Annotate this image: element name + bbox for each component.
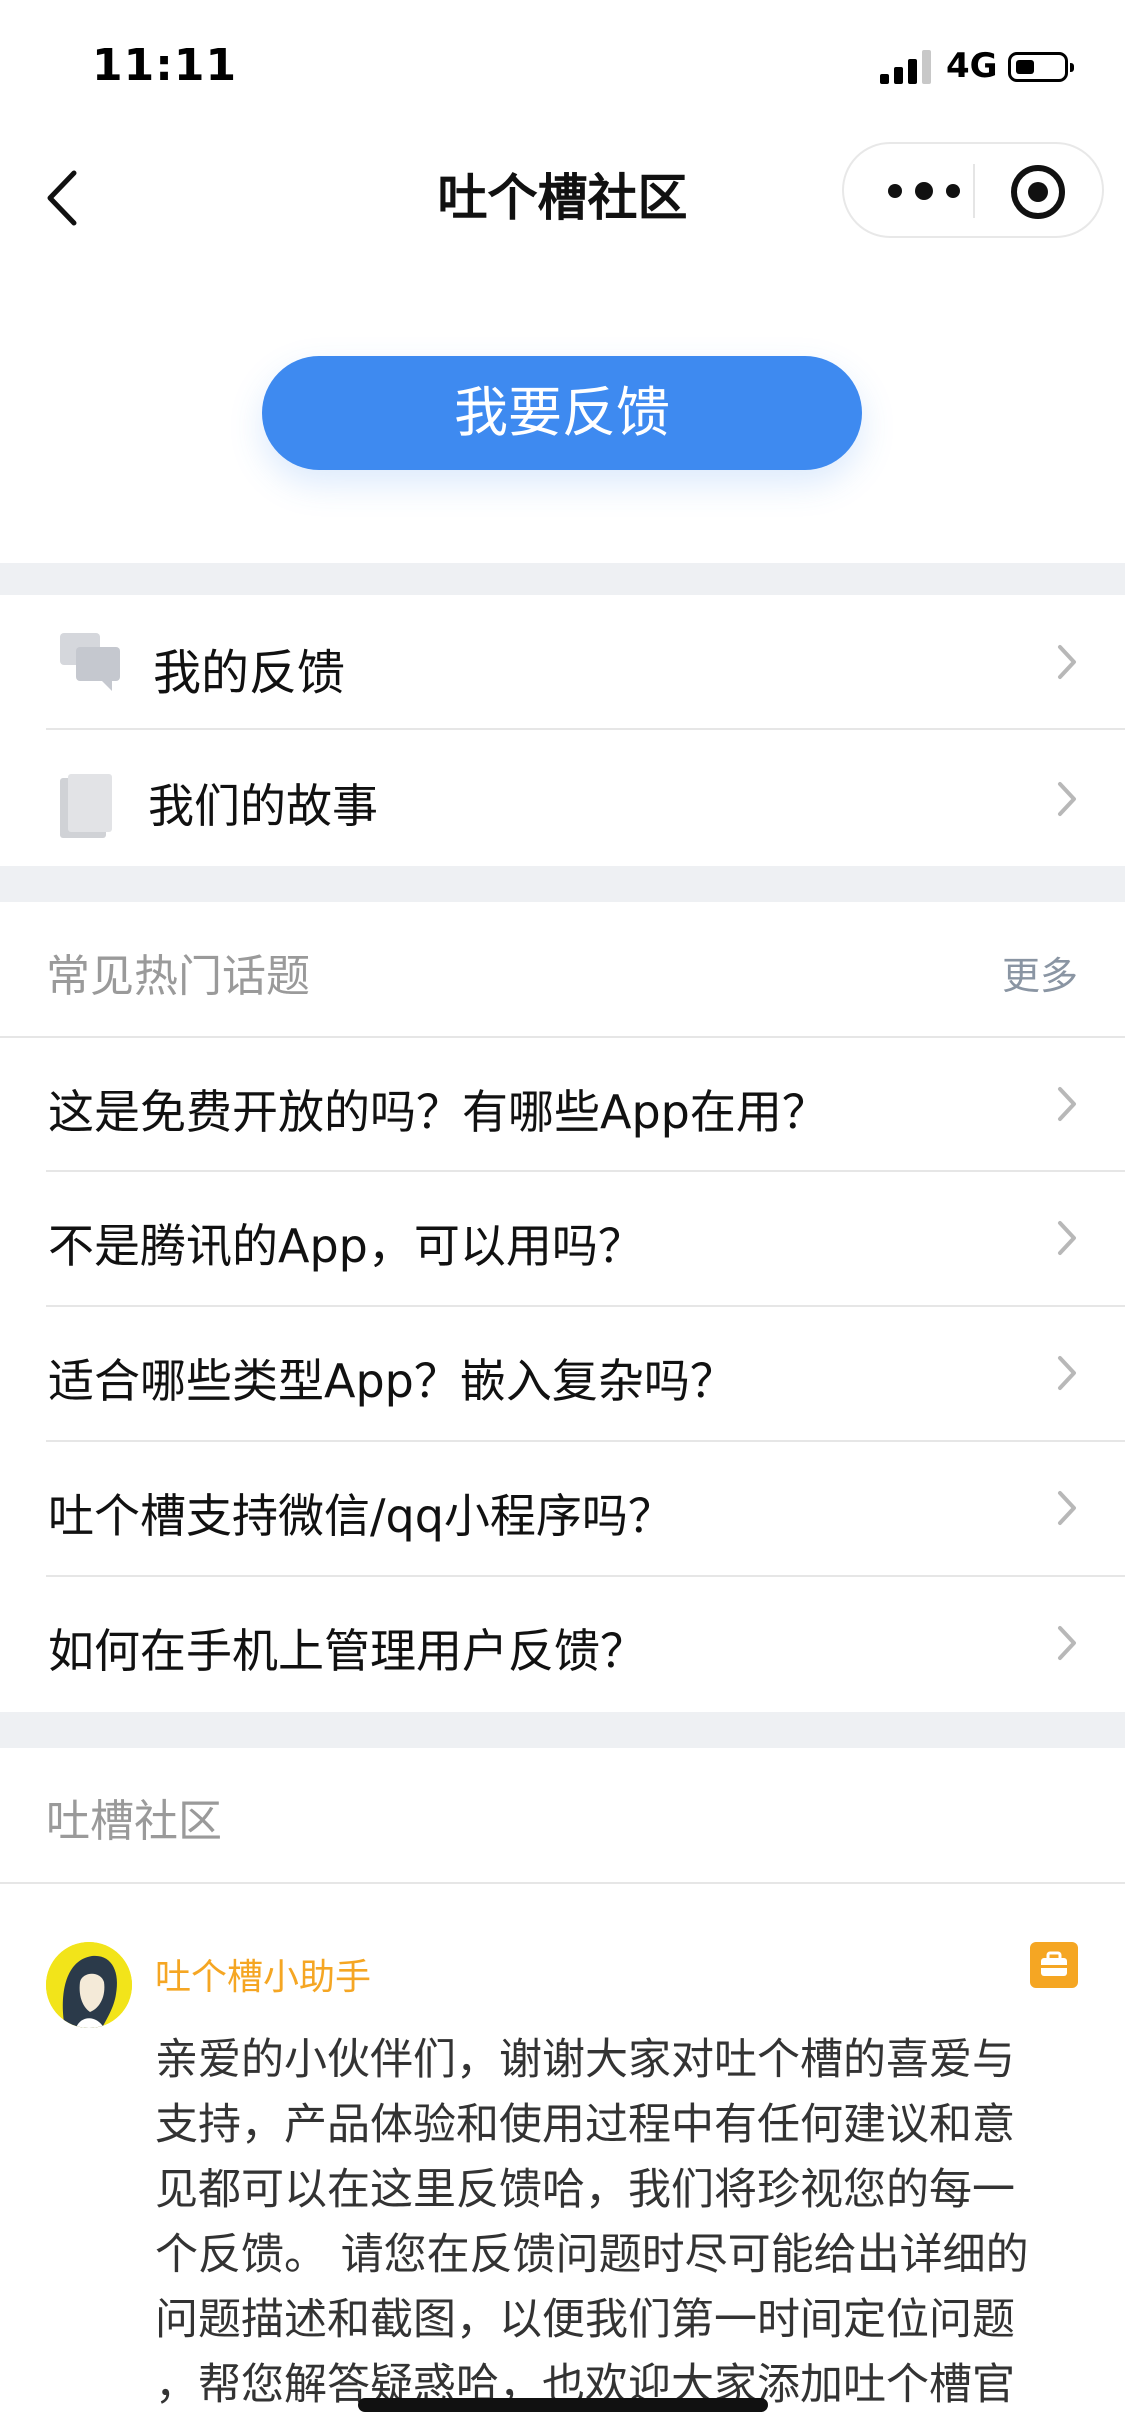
book-icon [60,774,112,838]
chevron-right-icon [1058,1356,1076,1390]
chevron-right-icon [1058,1221,1076,1255]
home-indicator[interactable] [358,2398,768,2412]
post-line: 问题描述和截图，以便我们第一时间定位问题 [155,2295,1015,2345]
mini-program-capsule [842,142,1104,238]
topic-label: 这是免费开放的吗？有哪些App在用？ [48,1085,828,1139]
network-type: 4G [946,46,998,86]
section-gap [0,866,1125,902]
avatar[interactable] [46,1942,132,2028]
topic-row[interactable]: 这是免费开放的吗？有哪些App在用？ [0,1038,1125,1170]
chevron-right-icon [1058,1626,1076,1660]
chevron-right-icon [1058,1491,1076,1525]
topic-row[interactable]: 如何在手机上管理用户反馈？ [0,1577,1125,1709]
capsule-divider [973,164,975,218]
post-line: 个反馈。 请您在反馈问题时尽可能给出详细的 [155,2230,1029,2280]
post-line: 见都可以在这里反馈哈，我们将珍视您的每一 [155,2165,1015,2215]
status-bar: 11:11 4G [0,0,1125,130]
topic-row[interactable]: 吐个槽支持微信/qq小程序吗？ [0,1442,1125,1574]
avatar-illustration [46,1942,132,2028]
topic-row[interactable]: 不是腾讯的App，可以用吗？ [0,1172,1125,1304]
signal-icon [880,50,931,84]
community-header: 吐槽社区 [46,1796,222,1847]
topic-label: 适合哪些类型App？嵌入复杂吗？ [48,1354,736,1408]
topic-row[interactable]: 适合哪些类型App？嵌入复杂吗？ [0,1307,1125,1439]
status-time: 11:11 [92,40,238,91]
close-target-icon[interactable] [1010,164,1066,220]
briefcase-icon [1030,1942,1078,1988]
menu-our-story[interactable]: 我们的故事 [0,730,1125,864]
topic-label: 如何在手机上管理用户反馈？ [48,1624,646,1678]
more-link[interactable]: 更多 [1002,945,1078,1000]
chat-bubbles-icon [60,633,120,691]
post-author[interactable]: 吐个槽小助手 [155,1948,371,2000]
chevron-right-icon [1058,782,1076,816]
section-gap [0,1712,1125,1748]
section-gap [0,563,1125,595]
battery-icon [1008,52,1074,82]
post-line: 亲爱的小伙伴们，谢谢大家对吐个槽的喜爱与 [155,2035,1015,2085]
menu-label-our-story: 我们的故事 [148,779,378,833]
divider [0,1882,1125,1884]
topic-label: 不是腾讯的App，可以用吗？ [48,1219,644,1273]
hot-topics-header: 常见热门话题 [46,951,310,1002]
topic-label: 吐个槽支持微信/qq小程序吗？ [48,1489,674,1543]
menu-my-feedback[interactable]: 我的反馈 [0,595,1125,729]
post-body: 亲爱的小伙伴们，谢谢大家对吐个槽的喜爱与 支持，产品体验和使用过程中有任何建议和… [155,2028,1065,2418]
post-line: 支持，产品体验和使用过程中有任何建议和意 [155,2100,1015,2150]
chevron-right-icon [1058,645,1076,679]
chevron-right-icon [1058,1087,1076,1121]
more-dots-icon[interactable] [879,178,969,204]
menu-label-my-feedback: 我的反馈 [153,645,346,701]
feedback-button[interactable]: 我要反馈 [262,356,862,470]
